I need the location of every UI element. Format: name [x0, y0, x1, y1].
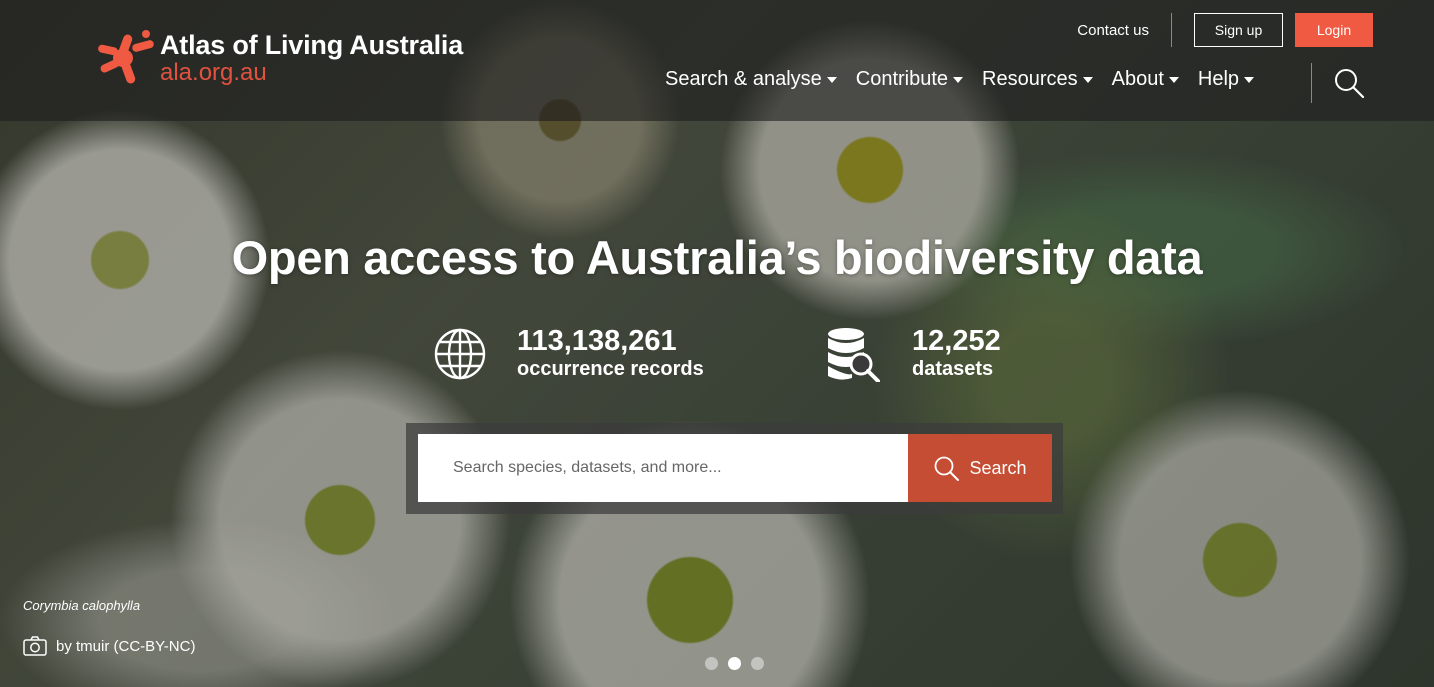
nav-about[interactable]: About — [1112, 68, 1179, 91]
dataset-label: datasets — [912, 358, 994, 380]
carousel-indicators — [705, 657, 774, 670]
brand-url: ala.org.au — [160, 59, 267, 86]
nav-item-label: About — [1111, 68, 1164, 90]
nav-resources[interactable]: Resources — [982, 68, 1093, 91]
top-links: Contact us Sign up Login — [1077, 13, 1373, 47]
globe-icon — [434, 328, 486, 380]
hero-title: Open access to Australia’s biodiversity … — [231, 231, 1203, 284]
top-divider — [1171, 13, 1172, 47]
caret-down-icon — [1244, 77, 1255, 83]
nav-item-label: Help — [1197, 68, 1240, 90]
nav-item-label: Search & analyse — [665, 68, 822, 90]
database-search-icon — [828, 328, 880, 382]
site-logo[interactable]: Atlas of Living Australia ala.org.au — [96, 28, 463, 86]
login-button[interactable]: Login — [1295, 13, 1373, 47]
caret-down-icon — [826, 77, 837, 83]
search-icon — [935, 456, 960, 481]
photo-credit[interactable]: by tmuir (CC-BY-NC) — [23, 636, 195, 656]
nav-item-label: Resources — [982, 68, 1078, 90]
nav-divider — [1311, 63, 1312, 103]
main-nav: Search & analyse Contribute Resources Ab… — [665, 68, 1273, 91]
site-header: Atlas of Living Australia ala.org.au Con… — [0, 0, 1434, 121]
camera-icon — [23, 636, 47, 656]
stat-occurrence-records[interactable]: 113,138,261 occurrence records — [433, 326, 704, 382]
caret-down-icon — [1168, 77, 1179, 83]
hero-search-bar: Search — [406, 423, 1063, 514]
caret-down-icon — [953, 77, 964, 83]
nav-contribute[interactable]: Contribute — [855, 68, 964, 91]
search-button-label: Search — [969, 457, 1027, 478]
ala-logo-icon — [98, 30, 154, 84]
nav-help[interactable]: Help — [1197, 68, 1255, 91]
search-input[interactable] — [418, 434, 908, 502]
search-button[interactable]: Search — [908, 434, 1052, 502]
carousel-dot-active[interactable] — [728, 657, 741, 670]
nav-search-analyse[interactable]: Search & analyse — [665, 68, 837, 91]
occurrence-label: occurrence records — [517, 358, 704, 380]
stat-datasets[interactable]: 12,252 datasets — [826, 326, 1001, 382]
brand-name: Atlas of Living Australia — [160, 30, 464, 60]
photo-species-caption[interactable]: Corymbia calophylla — [23, 598, 140, 613]
dataset-count: 12,252 — [912, 325, 1001, 357]
photo-credit-text: by tmuir (CC-BY-NC) — [56, 637, 196, 655]
carousel-dot[interactable] — [705, 657, 718, 670]
sign-up-button[interactable]: Sign up — [1194, 13, 1283, 47]
occurrence-count: 113,138,261 — [517, 325, 677, 357]
caret-down-icon — [1082, 77, 1093, 83]
contact-us-link[interactable]: Contact us — [1077, 22, 1149, 39]
nav-item-label: Contribute — [855, 68, 949, 90]
carousel-dot[interactable] — [751, 657, 764, 670]
search-icon[interactable] — [1333, 67, 1365, 99]
